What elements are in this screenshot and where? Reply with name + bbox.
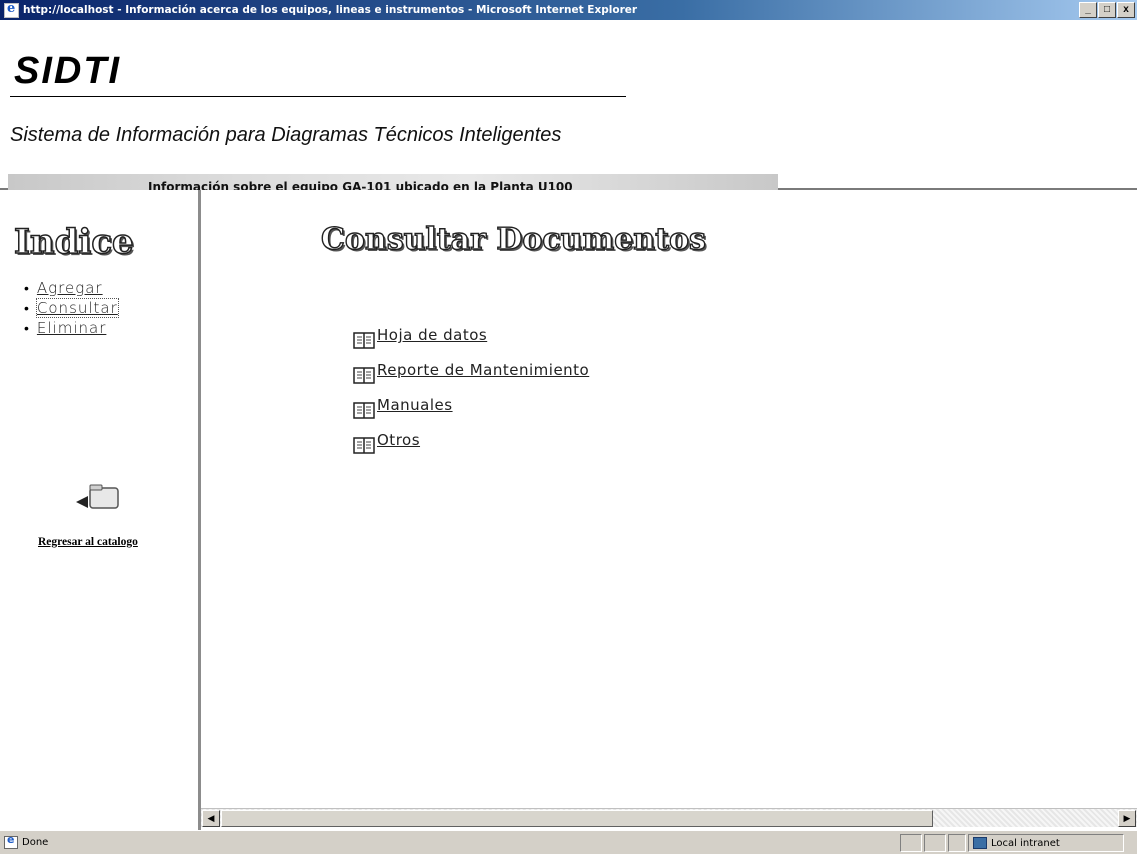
- document-item: Otros: [353, 431, 589, 466]
- zone-text: Local intranet: [991, 837, 1060, 849]
- sidebar-item-eliminar: Eliminar: [24, 318, 118, 338]
- book-icon: [353, 437, 375, 454]
- book-icon: [353, 367, 375, 384]
- logo-divider: [10, 96, 626, 97]
- sidebar-heading: Indice: [13, 221, 134, 263]
- status-cell: [948, 834, 966, 852]
- main-frame: Consultar Documentos Hoja de datos Repor…: [201, 190, 1137, 808]
- window-controls: _ □ x: [1079, 2, 1135, 18]
- security-zone: Local intranet: [968, 834, 1124, 852]
- document-list: Hoja de datos Reporte de Mantenimiento M…: [353, 326, 589, 466]
- manuales-link[interactable]: Manuales: [377, 396, 453, 414]
- folder-return-icon[interactable]: [74, 480, 122, 512]
- consultar-link[interactable]: Consultar: [35, 298, 119, 318]
- otros-link[interactable]: Otros: [377, 431, 420, 449]
- scroll-left-arrow-icon[interactable]: ◀: [202, 810, 220, 827]
- maximize-button[interactable]: □: [1098, 2, 1116, 18]
- eliminar-link[interactable]: Eliminar: [37, 319, 106, 337]
- close-button[interactable]: x: [1117, 2, 1135, 18]
- sidebar-menu: Agregar Consultar Eliminar: [24, 278, 119, 338]
- reporte-mantenimiento-link[interactable]: Reporte de Mantenimiento: [377, 361, 589, 379]
- status-cell: [924, 834, 946, 852]
- hoja-de-datos-link[interactable]: Hoja de datos: [377, 326, 487, 344]
- status-cell: [900, 834, 922, 852]
- horizontal-scrollbar[interactable]: ◀ ▶: [201, 808, 1137, 827]
- sidebar-item-agregar: Agregar: [24, 278, 118, 298]
- app-subtitle: Sistema de Información para Diagramas Té…: [10, 124, 562, 146]
- minimize-button[interactable]: _: [1079, 2, 1097, 18]
- scroll-right-arrow-icon[interactable]: ▶: [1118, 810, 1136, 827]
- book-icon: [353, 402, 375, 419]
- book-icon: [353, 332, 375, 349]
- document-item: Manuales: [353, 396, 589, 431]
- document-item: Reporte de Mantenimiento: [353, 361, 589, 396]
- app-logo: SIDTI: [14, 50, 122, 92]
- page-title: Consultar Documentos: [320, 221, 706, 257]
- header-frame: SIDTI Sistema de Información para Diagra…: [0, 20, 1137, 200]
- scrollbar-thumb[interactable]: [221, 810, 933, 827]
- status-text: Done: [22, 837, 49, 848]
- document-item: Hoja de datos: [353, 326, 589, 361]
- window-title: http://localhost - Información acerca de…: [23, 4, 638, 16]
- agregar-link[interactable]: Agregar: [37, 279, 103, 297]
- window-titlebar: http://localhost - Información acerca de…: [0, 0, 1137, 20]
- status-bar: Done Local intranet: [0, 830, 1137, 854]
- sidebar-item-consultar: Consultar: [24, 298, 119, 318]
- back-to-catalog-link[interactable]: Regresar al catalogo: [38, 536, 138, 548]
- intranet-icon: [973, 837, 987, 849]
- internet-explorer-icon[interactable]: [4, 1, 19, 18]
- page-icon: [4, 833, 18, 849]
- sidebar-frame: Indice Agregar Consultar Eliminar Regres…: [0, 190, 201, 830]
- status-area: Done: [4, 833, 49, 849]
